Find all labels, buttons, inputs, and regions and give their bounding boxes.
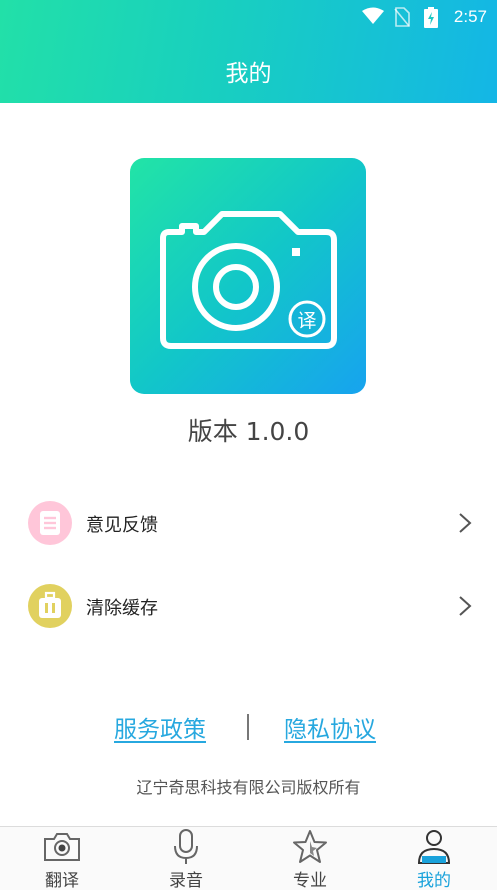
tab-mine[interactable]: 我的 — [372, 827, 496, 891]
menu-item-clear-cache[interactable]: 清除缓存 — [0, 576, 497, 636]
wifi-icon — [362, 7, 384, 29]
clear-cache-icon — [28, 584, 72, 628]
bottom-tab-bar: 翻译 录音 专业 我的 — [0, 826, 497, 891]
header-bar: 2:57 我的 — [0, 0, 497, 103]
service-policy-link[interactable]: 服务政策 — [114, 710, 206, 744]
tab-record[interactable]: 录音 — [124, 827, 248, 891]
translate-badge-char: 译 — [297, 310, 317, 332]
page-title: 我的 — [225, 61, 272, 87]
tab-professional[interactable]: 专业 — [248, 827, 372, 891]
tab-label: 录音 — [169, 871, 203, 891]
menu-item-label: 清除缓存 — [86, 598, 158, 619]
privacy-policy-link[interactable]: 隐私协议 — [284, 710, 376, 744]
menu-item-feedback[interactable]: 意见反馈 — [0, 493, 497, 553]
battery-icon — [424, 7, 438, 32]
status-time: 2:57 — [453, 7, 487, 26]
status-bar: 2:57 — [0, 0, 497, 34]
no-sim-icon — [394, 7, 410, 31]
feedback-icon — [28, 501, 72, 545]
tab-label: 翻译 — [45, 871, 79, 891]
menu-item-label: 意见反馈 — [86, 515, 158, 536]
app-logo: 译 — [130, 158, 366, 394]
link-divider — [247, 714, 249, 740]
microphone-icon — [166, 829, 206, 869]
chevron-right-icon — [458, 512, 472, 538]
copyright-text: 辽宁奇思科技有限公司版权所有 — [136, 778, 361, 797]
camera-icon — [42, 829, 82, 869]
tab-label: 专业 — [293, 871, 327, 891]
version-label: 版本 1.0.0 — [187, 417, 310, 446]
tab-label: 我的 — [417, 871, 451, 891]
tab-translate[interactable]: 翻译 — [0, 827, 124, 891]
policy-links: 服务政策 隐私协议 — [0, 710, 497, 744]
person-icon — [414, 829, 454, 869]
star-icon — [290, 829, 330, 869]
chevron-right-icon — [458, 595, 472, 621]
